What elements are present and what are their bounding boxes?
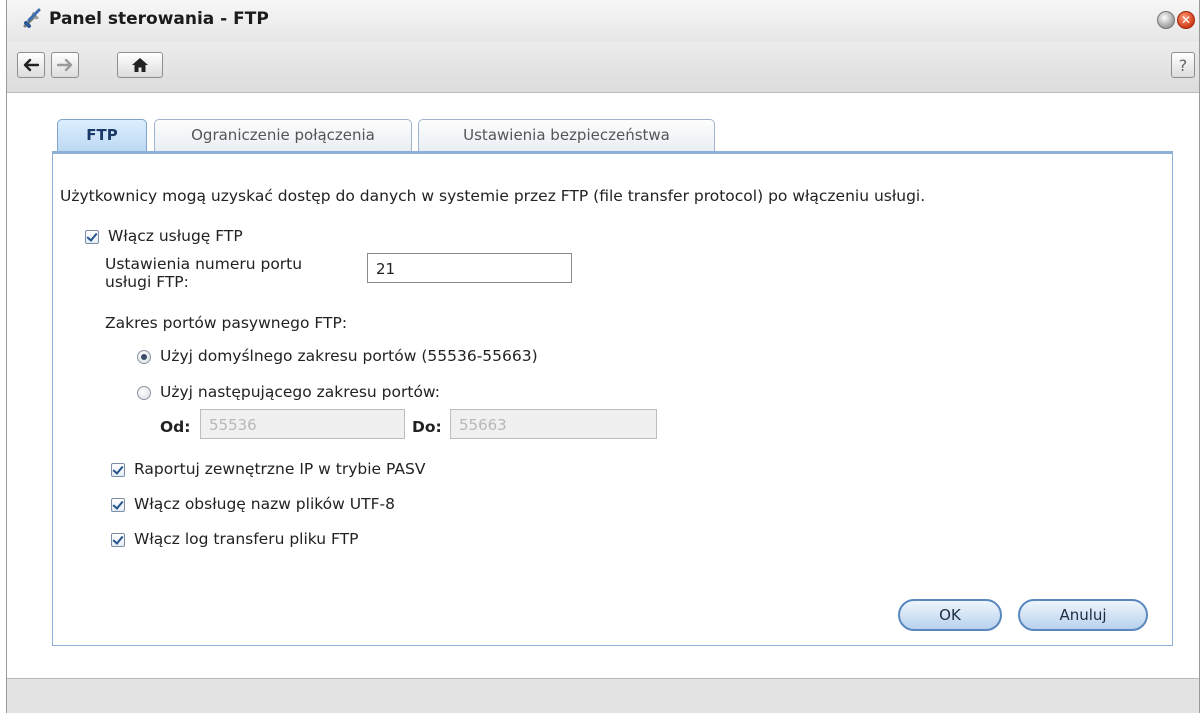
home-button[interactable]	[117, 52, 163, 78]
cancel-button[interactable]: Anuluj	[1018, 599, 1148, 631]
transfer-log-label: Włącz log transferu pliku FTP	[134, 530, 359, 548]
ok-button[interactable]: OK	[898, 599, 1002, 631]
port-label: Ustawienia numeru portu usługi FTP:	[105, 255, 302, 291]
back-button[interactable]	[17, 52, 45, 78]
help-button[interactable]: ?	[1171, 52, 1195, 78]
content-area: FTP Ograniczenie połączenia Ustawienia b…	[7, 93, 1199, 678]
description-text: Użytkownicy mogą uzyskać dostęp do danyc…	[60, 187, 926, 205]
port-label-line2: usługi FTP:	[105, 273, 189, 291]
port-input[interactable]: 21	[367, 253, 572, 283]
from-port-input[interactable]: 55536	[200, 409, 405, 439]
close-icon: ✕	[1180, 13, 1192, 27]
arrow-right-icon	[57, 58, 73, 72]
tab-security-settings[interactable]: Ustawienia bezpieczeństwa	[418, 119, 715, 151]
default-range-label: Użyj domyślnego zakresu portów (55536-55…	[160, 347, 538, 365]
toolbar: ?	[7, 42, 1199, 93]
pasv-external-ip-checkbox[interactable]	[111, 463, 125, 477]
pasv-external-ip-label: Raportuj zewnętrzne IP w trybie PASV	[134, 460, 426, 478]
status-bar	[7, 678, 1199, 713]
utf8-filenames-checkbox[interactable]	[111, 498, 125, 512]
title-bar: Panel sterowania - FTP ✕	[7, 0, 1199, 42]
window-title: Panel sterowania - FTP	[49, 9, 269, 29]
utf8-filenames-label: Włącz obsługę nazw plików UTF-8	[134, 495, 395, 513]
help-icon: ?	[1178, 55, 1188, 75]
transfer-log-checkbox[interactable]	[111, 533, 125, 547]
arrow-left-icon	[23, 58, 39, 72]
custom-range-radio[interactable]	[137, 386, 151, 400]
close-button[interactable]: ✕	[1177, 11, 1195, 29]
to-label: Do:	[412, 418, 442, 436]
from-label: Od:	[160, 418, 191, 436]
control-panel-window: Panel sterowania - FTP ✕ ? FTP Ogranicze…	[6, 0, 1200, 713]
ftp-settings-panel: Użytkownicy mogą uzyskać dostęp do danyc…	[52, 151, 1173, 646]
tab-connection-limit[interactable]: Ograniczenie połączenia	[154, 119, 412, 151]
tools-icon	[23, 8, 41, 28]
minimize-button[interactable]	[1157, 11, 1175, 29]
forward-button[interactable]	[51, 52, 79, 78]
enable-ftp-checkbox[interactable]	[85, 230, 99, 244]
to-port-input[interactable]: 55663	[450, 409, 657, 439]
passive-range-heading: Zakres portów pasywnego FTP:	[105, 314, 348, 332]
home-icon	[132, 58, 148, 72]
enable-ftp-label: Włącz usługę FTP	[108, 227, 243, 245]
custom-range-label: Użyj następującego zakresu portów:	[160, 383, 440, 401]
tab-ftp[interactable]: FTP	[57, 119, 147, 151]
default-range-radio[interactable]	[137, 350, 151, 364]
port-label-line1: Ustawienia numeru portu	[105, 255, 303, 273]
